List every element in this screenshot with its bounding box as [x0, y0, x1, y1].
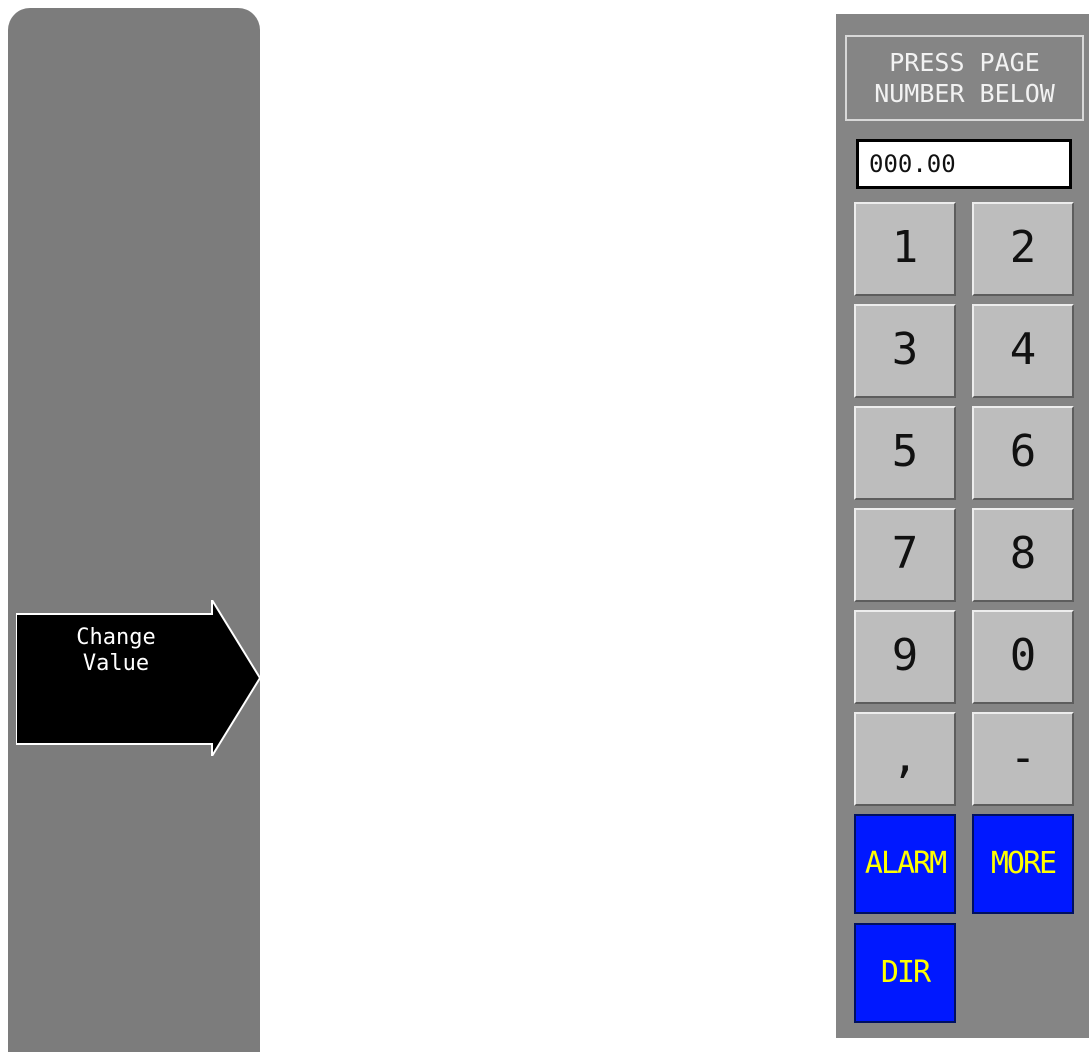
key-0[interactable]: 0 [972, 610, 1074, 704]
key-9[interactable]: 9 [854, 610, 956, 704]
key-7[interactable]: 7 [854, 508, 956, 602]
page-number-prompt: PRESS PAGE NUMBER BELOW [845, 35, 1084, 121]
key-3[interactable]: 3 [854, 304, 956, 398]
change-value-label: Change Value [76, 625, 156, 676]
key-5[interactable]: 5 [854, 406, 956, 500]
key-minus[interactable]: - [972, 712, 1074, 806]
page-number-input[interactable]: 000.00 [856, 139, 1072, 189]
key-6[interactable]: 6 [972, 406, 1074, 500]
key-4[interactable]: 4 [972, 304, 1074, 398]
alarm-button[interactable]: ALARM [854, 814, 956, 914]
key-1[interactable]: 1 [854, 202, 956, 296]
more-button[interactable]: MORE [972, 814, 1074, 914]
key-2[interactable]: 2 [972, 202, 1074, 296]
left-panel [8, 8, 260, 1052]
key-comma[interactable]: , [854, 712, 956, 806]
page-number-keypad: PRESS PAGE NUMBER BELOW 000.00 1 2 3 4 5… [836, 14, 1089, 1038]
dir-button[interactable]: DIR [854, 923, 956, 1023]
key-8[interactable]: 8 [972, 508, 1074, 602]
change-value-button[interactable]: Change Value [16, 600, 262, 756]
